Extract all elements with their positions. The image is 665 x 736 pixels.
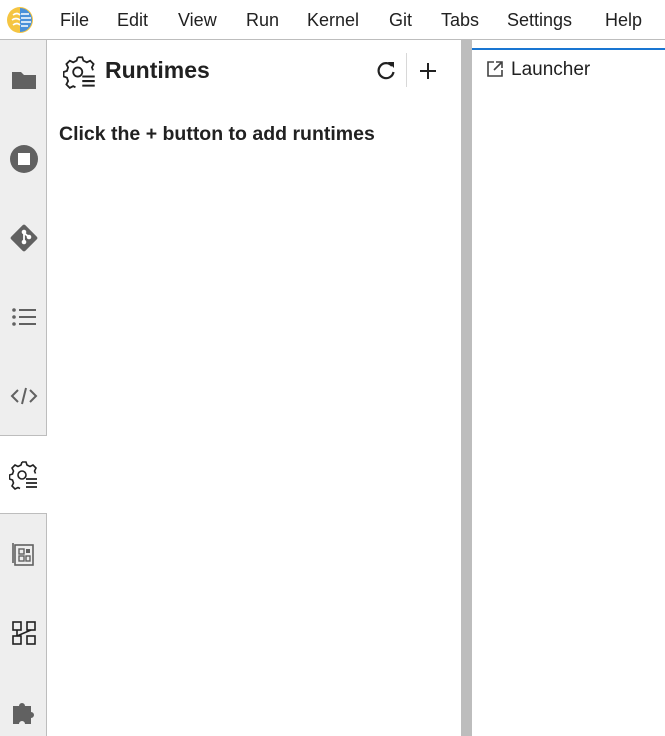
sidebar-item-table-of-contents[interactable] <box>0 277 47 356</box>
sidebar-item-code-snippets[interactable] <box>0 356 47 435</box>
code-icon <box>10 387 37 404</box>
main-area: Launcher <box>472 40 665 736</box>
stop-circle-icon <box>9 144 38 173</box>
folder-icon <box>11 71 36 89</box>
add-runtime-button[interactable] <box>415 58 441 84</box>
menu-tabs[interactable]: Tabs <box>441 9 479 31</box>
toolbar-divider <box>406 53 407 87</box>
tab-launcher[interactable]: Launcher <box>472 48 665 99</box>
left-sidebar <box>0 40 48 736</box>
git-icon <box>10 224 37 251</box>
tab-label: Launcher <box>511 59 591 80</box>
menu-view[interactable]: View <box>178 9 217 31</box>
puzzle-piece-icon <box>12 702 34 724</box>
sidebar-item-file-browser[interactable] <box>0 40 47 119</box>
refresh-button[interactable] <box>373 58 399 84</box>
sidebar-item-component-catalogs[interactable] <box>0 514 47 593</box>
sidebar-item-runtimes[interactable] <box>0 435 48 514</box>
menu-bar: File Edit View Run Kernel Git Tabs Setti… <box>0 0 665 40</box>
jupyter-brain-logo-icon <box>7 7 33 33</box>
refresh-icon <box>377 62 395 80</box>
menu-git[interactable]: Git <box>389 9 412 31</box>
menu-file[interactable]: File <box>60 9 89 31</box>
menu-edit[interactable]: Edit <box>117 9 148 31</box>
list-icon <box>11 307 36 326</box>
component-catalog-icon <box>11 542 34 566</box>
runtimes-panel: Runtimes Click the + button to add runti… <box>47 40 461 736</box>
sidebar-item-running[interactable] <box>0 119 47 198</box>
runtimes-gear-icon <box>63 56 95 89</box>
sidebar-item-pipelines[interactable] <box>0 593 47 672</box>
sidebar-item-extensions[interactable] <box>0 672 47 736</box>
menu-settings[interactable]: Settings <box>507 9 572 31</box>
runtimes-gear-icon <box>9 460 37 490</box>
tab-bar: Launcher <box>472 40 665 99</box>
launcher-external-icon <box>487 61 503 77</box>
panel-splitter[interactable] <box>461 40 472 736</box>
panel-title: Runtimes <box>105 57 210 83</box>
plus-icon <box>420 63 436 79</box>
sidebar-item-git[interactable] <box>0 198 47 277</box>
pipeline-nodes-icon <box>11 620 36 645</box>
menu-run[interactable]: Run <box>246 9 279 31</box>
menu-help[interactable]: Help <box>605 9 642 31</box>
empty-state-message: Click the + button to add runtimes <box>59 123 375 145</box>
menu-kernel[interactable]: Kernel <box>307 9 359 31</box>
